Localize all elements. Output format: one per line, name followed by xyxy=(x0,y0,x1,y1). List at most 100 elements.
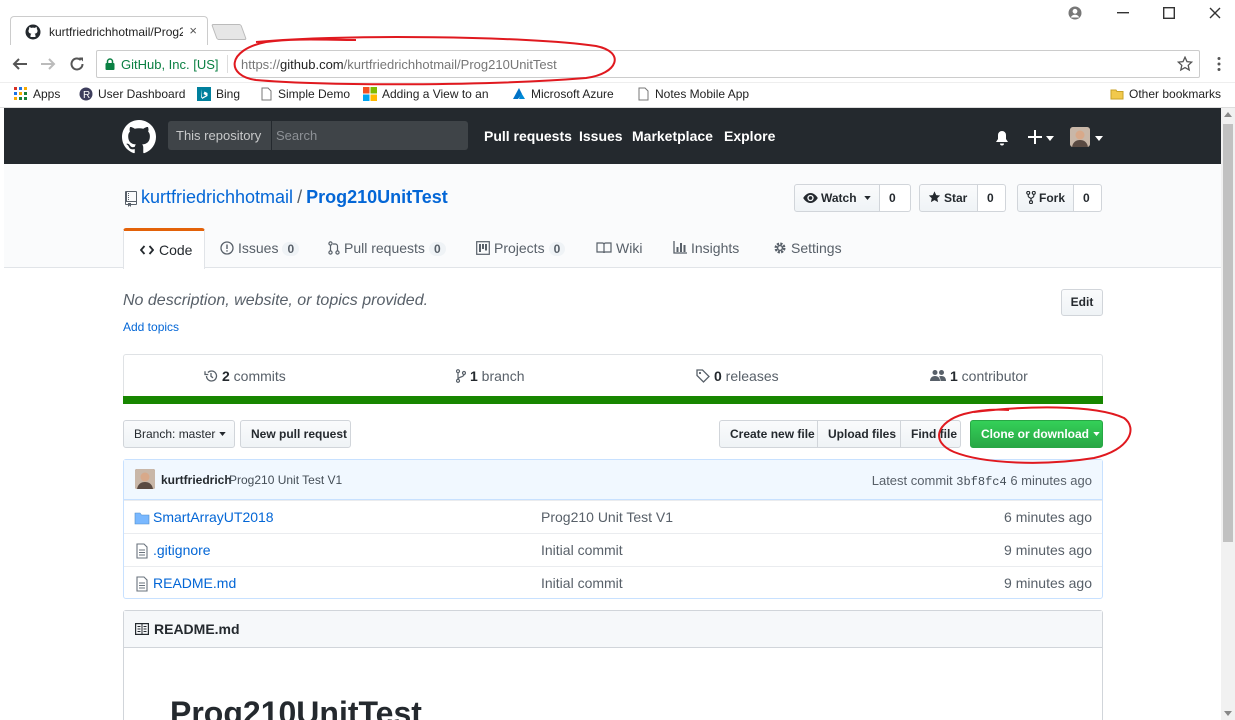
book-icon xyxy=(596,242,612,254)
branches-link[interactable]: 1 branch xyxy=(455,368,525,384)
clone-or-download-button[interactable]: Clone or download xyxy=(970,420,1103,448)
file-name[interactable]: .gitignore xyxy=(153,542,211,558)
search-input[interactable] xyxy=(276,125,462,146)
tag-icon xyxy=(696,369,710,383)
file-commit-message[interactable]: Initial commit xyxy=(541,575,623,591)
tab-wiki[interactable]: Wiki xyxy=(596,240,642,256)
bookmark-other[interactable]: Other bookmarks xyxy=(1110,87,1221,101)
bookmark-microsoft-azure[interactable]: Microsoft Azure xyxy=(512,87,614,101)
readme-filename[interactable]: README.md xyxy=(154,621,240,637)
close-tab-icon[interactable]: × xyxy=(189,23,197,38)
nav-issues[interactable]: Issues xyxy=(579,128,623,144)
back-arrow-icon[interactable] xyxy=(12,56,28,72)
url-scheme: https:// xyxy=(241,57,281,72)
fork-icon xyxy=(1026,190,1036,205)
minimize-icon[interactable] xyxy=(1117,12,1129,14)
file-commit-message[interactable]: Initial commit xyxy=(541,542,623,558)
branches-count: 1 xyxy=(470,368,478,384)
nav-pull-requests[interactable]: Pull requests xyxy=(484,128,572,144)
branch-select-label: Branch: master xyxy=(134,427,216,441)
forward-arrow-icon[interactable] xyxy=(40,56,56,72)
browser-tab-title: kurtfriedrichhotmail/Prog210UnitTest xyxy=(49,25,183,39)
browser-menu-icon[interactable] xyxy=(1216,56,1222,72)
issue-opened-icon xyxy=(220,241,234,255)
search-scope-box: This repository xyxy=(168,121,468,150)
add-topics-link[interactable]: Add topics xyxy=(123,320,179,334)
scroll-up-icon[interactable] xyxy=(1224,112,1232,117)
profile-icon[interactable] xyxy=(1068,6,1082,20)
new-pull-request-button[interactable]: New pull request xyxy=(240,420,351,448)
watch-button[interactable]: Watch xyxy=(794,184,880,212)
tab-insights[interactable]: Insights xyxy=(673,240,739,256)
bookmark-notes-mobile[interactable]: Notes Mobile App xyxy=(636,87,749,101)
file-name[interactable]: README.md xyxy=(153,575,236,591)
nav-marketplace[interactable]: Marketplace xyxy=(632,128,713,144)
security-chip[interactable]: GitHub, Inc. [US] xyxy=(105,57,219,72)
star-count[interactable]: 0 xyxy=(978,184,1006,212)
scroll-thumb[interactable] xyxy=(1223,124,1233,542)
bookmark-apps[interactable]: Apps xyxy=(14,87,60,101)
chevron-down-icon[interactable] xyxy=(1046,136,1054,141)
user-avatar[interactable] xyxy=(1070,127,1090,147)
file-commit-message[interactable]: Prog210 Unit Test V1 xyxy=(541,509,673,525)
commit-message[interactable]: Prog210 Unit Test V1 xyxy=(229,473,342,487)
commits-link[interactable]: 2 commits xyxy=(204,368,286,384)
commit-author[interactable]: kurtfriedrich xyxy=(161,473,232,487)
page-scrollbar[interactable] xyxy=(1221,108,1235,720)
browser-tab[interactable]: kurtfriedrichhotmail/Prog210UnitTest × xyxy=(10,16,208,46)
commit-sha[interactable]: 3bf8fc4 xyxy=(956,475,1006,489)
tab-code-label: Code xyxy=(139,242,193,258)
tab-settings[interactable]: Settings xyxy=(773,240,842,256)
new-tab-button[interactable] xyxy=(211,24,247,40)
nav-explore[interactable]: Explore xyxy=(724,128,775,144)
reload-icon[interactable] xyxy=(69,56,85,72)
create-new-file-button[interactable]: Create new file xyxy=(719,420,818,448)
apps-grid-icon xyxy=(14,87,27,100)
notifications-bell-icon[interactable] xyxy=(995,130,1009,146)
language-bar[interactable] xyxy=(123,396,1103,404)
watch-count[interactable]: 0 xyxy=(880,184,911,212)
contributors-link[interactable]: 1 contributor xyxy=(930,368,1028,384)
tab-code-text: Code xyxy=(159,242,193,258)
bookmark-bing[interactable]: Bing xyxy=(197,87,240,101)
find-file-button[interactable]: Find file xyxy=(900,420,961,448)
github-octocat-icon[interactable] xyxy=(122,120,156,154)
releases-link[interactable]: 0 releases xyxy=(696,368,779,384)
star-button[interactable]: Star xyxy=(919,184,978,212)
tab-projects[interactable]: Projects 0 xyxy=(476,240,566,256)
scope-label[interactable]: This repository xyxy=(176,128,261,143)
commits-label: commits xyxy=(229,368,286,384)
svg-text:R: R xyxy=(83,90,90,101)
tab-pulls-count: 0 xyxy=(428,242,446,256)
chevron-down-icon[interactable] xyxy=(1095,136,1103,141)
tab-projects-count: 0 xyxy=(548,242,566,256)
address-bar[interactable]: GitHub, Inc. [US] https://github.com/kur… xyxy=(96,50,1200,78)
upload-files-button[interactable]: Upload files xyxy=(817,420,901,448)
file-name[interactable]: SmartArrayUT2018 xyxy=(153,509,274,525)
repo-name-link[interactable]: Prog210UnitTest xyxy=(306,187,448,207)
fork-count[interactable]: 0 xyxy=(1074,184,1102,212)
book-icon xyxy=(135,623,149,635)
maximize-icon[interactable] xyxy=(1163,7,1175,19)
bookmark-adding-view[interactable]: Adding a View to an xyxy=(363,87,489,101)
tab-issues-count: 0 xyxy=(282,242,300,256)
tab-pull-requests[interactable]: Pull requests 0 xyxy=(328,240,446,256)
browser-tab-bar: kurtfriedrichhotmail/Prog210UnitTest × xyxy=(0,0,1235,46)
tab-code[interactable]: Code xyxy=(123,228,205,269)
scope-divider xyxy=(271,121,272,150)
scroll-down-icon[interactable] xyxy=(1224,711,1232,716)
commit-author-avatar[interactable] xyxy=(135,469,155,489)
file-age: 9 minutes ago xyxy=(1004,542,1092,558)
tab-issues[interactable]: Issues 0 xyxy=(220,240,300,256)
dashboard-favicon-icon: R xyxy=(79,87,93,101)
repo-owner-link[interactable]: kurtfriedrichhotmail xyxy=(141,187,293,207)
edit-description-button[interactable]: Edit xyxy=(1061,289,1103,316)
bookmark-star-icon[interactable] xyxy=(1177,56,1193,72)
bookmark-label: Other bookmarks xyxy=(1129,87,1222,101)
close-window-icon[interactable] xyxy=(1209,7,1221,19)
bookmark-simple-demo[interactable]: Simple Demo xyxy=(259,87,350,101)
plus-icon[interactable] xyxy=(1028,130,1042,144)
branch-select-button[interactable]: Branch: master xyxy=(123,420,235,448)
fork-button[interactable]: Fork xyxy=(1017,184,1074,212)
bookmark-user-dashboard[interactable]: R User Dashboard xyxy=(79,87,185,101)
